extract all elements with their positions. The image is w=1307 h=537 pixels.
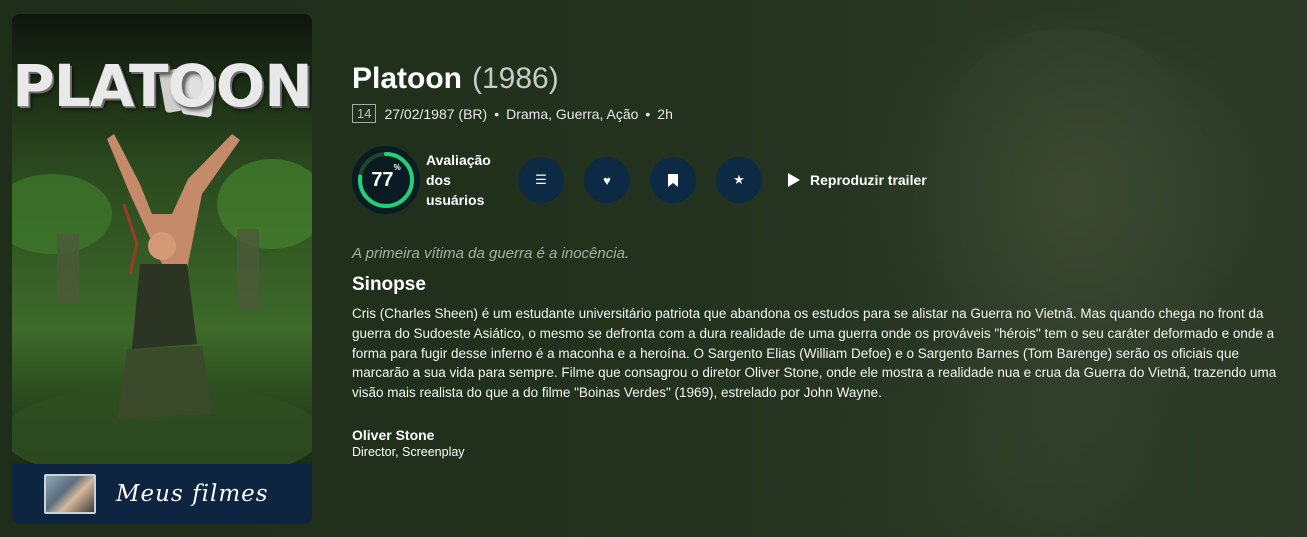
user-score-chart[interactable]: 77% bbox=[352, 146, 420, 214]
add-to-list-button[interactable]: ☰ bbox=[518, 157, 564, 203]
bookmark-icon bbox=[668, 173, 678, 187]
watchlist-button[interactable] bbox=[650, 157, 696, 203]
score-value: 77% bbox=[371, 162, 401, 191]
favorite-button[interactable]: ♥ bbox=[584, 157, 630, 203]
movie-title[interactable]: Platoon bbox=[352, 62, 462, 96]
overview-heading: Sinopse bbox=[352, 274, 426, 295]
release-date: 27/02/1987 (BR) bbox=[384, 105, 488, 122]
poster-title: PLATOON bbox=[12, 52, 312, 120]
movie-details: Platoon (1986) 14 27/02/1987 (BR) • Dram… bbox=[352, 62, 1292, 459]
separator-dot: • bbox=[494, 105, 500, 122]
crew-name[interactable]: Oliver Stone bbox=[352, 427, 1292, 443]
certification-badge: 14 bbox=[352, 104, 377, 123]
score-label: Avaliação dos usuários bbox=[426, 152, 491, 208]
play-trailer-button[interactable]: Reproduzir trailer bbox=[788, 172, 927, 188]
title-row: Platoon (1986) bbox=[352, 62, 1292, 96]
separator-dot: • bbox=[645, 105, 651, 122]
actions-row: 77% Avaliação dos usuários ☰ ♥ ★ Reprodu… bbox=[352, 145, 1292, 215]
movie-poster[interactable]: PLATOON Meus filmes bbox=[12, 14, 312, 524]
star-icon: ★ bbox=[733, 172, 745, 187]
list-icon: ☰ bbox=[535, 172, 547, 187]
poster-brand-text: Meus filmes bbox=[116, 481, 269, 507]
avatar bbox=[44, 474, 96, 514]
trailer-label: Reproduzir trailer bbox=[810, 172, 927, 188]
genres-link[interactable]: Drama, Guerra, Ação bbox=[506, 106, 638, 122]
crew-list: Oliver Stone Director, Screenplay bbox=[352, 427, 1292, 459]
tagline: A primeira vítima da guerra é a inocênci… bbox=[352, 245, 630, 262]
runtime: 2h bbox=[657, 105, 673, 122]
crew-job: Director, Screenplay bbox=[352, 444, 465, 459]
facts-row: 14 27/02/1987 (BR) • Drama, Guerra, Ação… bbox=[352, 104, 1292, 123]
overview-text: Cris (Charles Sheen) é um estudante univ… bbox=[352, 306, 1277, 401]
poster-footer: Meus filmes bbox=[12, 464, 312, 524]
movie-year: (1986) bbox=[472, 62, 559, 95]
heart-icon: ♥ bbox=[603, 172, 611, 188]
play-icon bbox=[788, 173, 800, 187]
rate-button[interactable]: ★ bbox=[716, 157, 762, 203]
